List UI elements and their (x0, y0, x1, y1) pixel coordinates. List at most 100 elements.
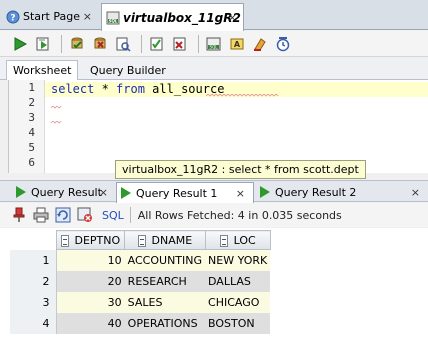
unshared-sql-icon[interactable]: SQL (204, 34, 224, 54)
code-line[interactable] (45, 97, 428, 112)
tab-start-page[interactable]: ? Start Page × (2, 3, 98, 30)
tab-query-result-label: Query Result (31, 185, 102, 199)
row-number: 3 (10, 291, 57, 313)
sql-tuning-icon[interactable] (170, 34, 190, 54)
result-tab-bar: Query Result × Query Result 1 × Query Re… (0, 180, 428, 203)
table-row[interactable]: 3 30 SALES CHICAGO (10, 291, 271, 313)
sql-link[interactable]: SQL (102, 209, 124, 222)
sql-keyword: select (51, 82, 95, 96)
column-header-loc[interactable]: LOC (204, 230, 271, 250)
results-grid: DEPTNO DNAME LOC 1 10 ACCOUNTING NEW YOR… (10, 230, 271, 334)
column-header-label: DNAME (151, 233, 193, 247)
column-type-icon (137, 234, 146, 247)
close-icon[interactable]: × (99, 186, 108, 199)
clear-icon[interactable] (250, 34, 270, 54)
row-number: 2 (10, 270, 57, 292)
results-toolbar: SQL All Rows Fetched: 4 in 0.035 seconds (0, 203, 428, 227)
close-icon[interactable]: × (83, 10, 92, 23)
line-number-gutter: 1 2 3 4 5 6 (9, 80, 45, 173)
fetch-status-text: All Rows Fetched: 4 in 0.035 seconds (137, 208, 342, 222)
column-type-icon (219, 234, 228, 247)
cell-dname[interactable]: OPERATIONS (124, 312, 206, 334)
tab-connection-label: virtualbox_11gR2 (123, 10, 241, 25)
cell-dname[interactable]: SALES (124, 291, 206, 313)
code-line[interactable]: select * from all_source (45, 82, 428, 97)
line-number: 3 (28, 111, 35, 124)
row-number: 4 (10, 312, 57, 334)
column-header-label: LOC (233, 233, 256, 247)
tab-worksheet[interactable]: Worksheet (6, 60, 79, 80)
toolbar-separator (129, 207, 131, 223)
line-number: 6 (28, 156, 35, 169)
column-header-dname[interactable]: DNAME (124, 230, 206, 250)
rollback-icon[interactable] (90, 34, 110, 54)
table-row[interactable]: 1 10 ACCOUNTING NEW YORK (10, 249, 271, 271)
toolbar-separator (61, 34, 62, 53)
sql-keyword: from (116, 82, 145, 96)
row-number: 1 (10, 249, 57, 271)
run-icon (16, 186, 26, 198)
cell-loc[interactable]: CHICAGO (205, 291, 271, 313)
document-tab-bar: ? Start Page × SQL virtualbox_11gR2 × (0, 0, 428, 31)
tab-query-result-2[interactable]: Query Result 2 × (256, 182, 428, 202)
table-row[interactable]: 2 20 RESEARCH DALLAS (10, 270, 271, 292)
svg-text:?: ? (10, 13, 15, 23)
line-number: 1 (28, 81, 35, 94)
help-icon: ? (6, 10, 20, 24)
column-header-label: DEPTNO (74, 233, 121, 247)
line-number: 5 (28, 141, 35, 154)
refresh-icon[interactable] (54, 206, 72, 224)
tab-query-result-2-label: Query Result 2 (275, 185, 357, 199)
toolbar-separator (198, 34, 199, 53)
cell-dname[interactable]: RESEARCH (124, 270, 206, 292)
sql-text: * (94, 82, 117, 96)
cell-loc[interactable]: BOSTON (205, 312, 271, 334)
autotrace-icon[interactable] (147, 34, 167, 54)
run-statement-icon[interactable] (10, 34, 30, 54)
table-row[interactable]: 4 40 OPERATIONS BOSTON (10, 312, 271, 334)
format-icon[interactable]: A (227, 34, 247, 54)
close-icon[interactable]: × (228, 11, 237, 24)
connection-tooltip: virtualbox_11gR2 : select * from scott.d… (115, 160, 366, 179)
tab-query-result-1[interactable]: Query Result 1 × (116, 182, 254, 203)
row-number-header (10, 230, 56, 250)
print-icon[interactable] (32, 206, 50, 224)
commit-icon[interactable] (67, 34, 87, 54)
tab-query-result[interactable]: Query Result × (12, 182, 116, 202)
svg-text:SQL: SQL (210, 44, 219, 49)
cancel-query-icon[interactable] (76, 206, 94, 224)
cell-dname[interactable]: ACCOUNTING (124, 249, 206, 271)
column-header-deptno[interactable]: DEPTNO (55, 230, 126, 250)
run-icon (121, 187, 131, 199)
tab-start-page-label: Start Page (23, 10, 80, 23)
history-icon[interactable] (273, 34, 293, 54)
spell-underline (51, 121, 61, 124)
line-number: 4 (28, 126, 35, 139)
cell-deptno[interactable]: 30 (56, 291, 125, 313)
pin-icon[interactable] (10, 206, 28, 224)
cell-deptno[interactable]: 20 (56, 270, 125, 292)
code-line[interactable] (45, 112, 428, 127)
worksheet-toolbar: SQL A (0, 31, 428, 57)
cell-loc[interactable]: NEW YORK (205, 249, 271, 271)
cell-deptno[interactable]: 10 (56, 249, 125, 271)
worksheet-sub-tabs: Worksheet Query Builder (0, 58, 428, 80)
tab-query-builder[interactable]: Query Builder (84, 60, 172, 80)
tab-worksheet-connection[interactable]: SQL virtualbox_11gR2 × (101, 3, 244, 31)
run-script-icon[interactable] (33, 34, 53, 54)
line-number: 2 (28, 96, 35, 109)
toolbar-separator (141, 34, 142, 53)
cell-deptno[interactable]: 40 (56, 312, 125, 334)
explain-plan-icon[interactable] (113, 34, 133, 54)
close-icon[interactable]: × (411, 186, 420, 199)
code-line[interactable] (45, 127, 428, 142)
cell-loc[interactable]: DALLAS (205, 270, 271, 292)
svg-text:SQL: SQL (109, 18, 118, 23)
close-icon[interactable]: × (236, 187, 245, 200)
code-line[interactable] (45, 142, 428, 157)
results-grid-area: DEPTNO DNAME LOC 1 10 ACCOUNTING NEW YOR… (0, 228, 428, 353)
svg-text:A: A (234, 40, 241, 49)
column-type-icon (60, 234, 69, 247)
spell-underline (51, 106, 61, 109)
tab-query-result-1-label: Query Result 1 (136, 186, 218, 200)
